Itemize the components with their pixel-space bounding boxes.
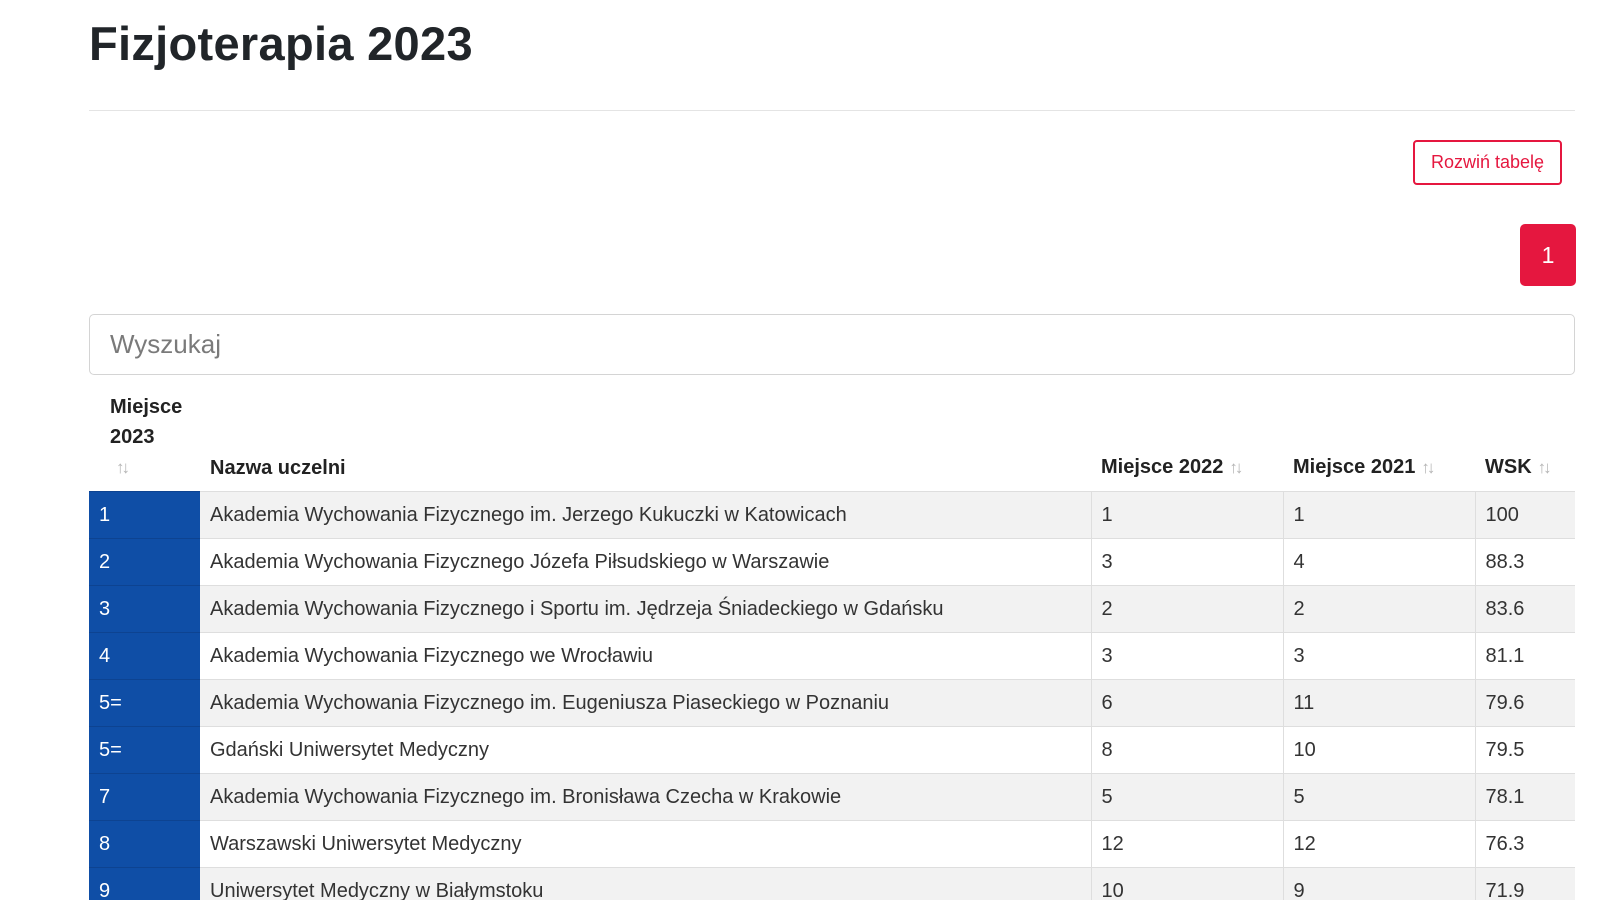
rank-2022-cell: 3 xyxy=(1091,632,1284,680)
table-row: 5= Akademia Wychowania Fizycznego im. Eu… xyxy=(89,679,1575,727)
rank-2022-cell: 6 xyxy=(1091,679,1284,727)
column-header-label: Miejsce 2022 xyxy=(1101,456,1224,478)
wsk-cell: 88.3 xyxy=(1475,538,1575,586)
column-header-wsk[interactable]: WSK ↑↓ xyxy=(1475,392,1575,492)
sort-arrows-icon[interactable]: ↑↓ xyxy=(1421,453,1435,483)
university-name-cell: Akademia Wychowania Fizycznego im. Eugen… xyxy=(200,679,1092,727)
rank-2022-cell: 1 xyxy=(1091,491,1284,539)
wsk-cell: 81.1 xyxy=(1475,632,1575,680)
ranking-table: Miejsce 2023 ↑↓ Nazwa uczelni Miejsce 202… xyxy=(89,392,1575,900)
column-header-label: WSK xyxy=(1485,456,1532,478)
rank-2021-cell: 9 xyxy=(1283,867,1476,900)
rank-2021-cell: 12 xyxy=(1283,820,1476,868)
rank-2021-cell: 1 xyxy=(1283,491,1476,539)
column-header-rank-2022[interactable]: Miejsce 2022 ↑↓ xyxy=(1091,392,1283,492)
title-divider xyxy=(89,110,1575,111)
column-header-rank-2023[interactable]: Miejsce 2023 ↑↓ xyxy=(89,392,200,492)
rank-2022-cell: 3 xyxy=(1091,538,1284,586)
sort-arrows-icon[interactable]: ↑↓ xyxy=(1229,453,1243,483)
university-name-cell: Akademia Wychowania Fizycznego i Sportu … xyxy=(200,585,1092,633)
rank-2022-cell: 2 xyxy=(1091,585,1284,633)
column-header-label: Nazwa uczelni xyxy=(210,457,346,479)
university-name-cell: Gdański Uniwersytet Medyczny xyxy=(200,726,1092,774)
wsk-cell: 79.5 xyxy=(1475,726,1575,774)
rank-cell: 8 xyxy=(89,820,200,868)
rank-2022-cell: 10 xyxy=(1091,867,1284,900)
rank-2022-cell: 8 xyxy=(1091,726,1284,774)
wsk-cell: 76.3 xyxy=(1475,820,1575,868)
table-row: 2 Akademia Wychowania Fizycznego Józefa … xyxy=(89,538,1575,586)
table-row: 4 Akademia Wychowania Fizycznego we Wroc… xyxy=(89,632,1575,680)
page: Fizjoterapia 2023 Rozwiń tabelę 1 Miejsc… xyxy=(0,0,1600,900)
table-row: 5= Gdański Uniwersytet Medyczny 8 10 79.… xyxy=(89,726,1575,774)
rank-cell: 4 xyxy=(89,632,200,680)
column-header-label: Miejsce 2023 xyxy=(110,396,183,448)
rank-2021-cell: 11 xyxy=(1283,679,1476,727)
table-row: 3 Akademia Wychowania Fizycznego i Sport… xyxy=(89,585,1575,633)
rank-cell: 2 xyxy=(89,538,200,586)
expand-table-button[interactable]: Rozwiń tabelę xyxy=(1413,140,1562,185)
wsk-cell: 71.9 xyxy=(1475,867,1575,900)
university-name-cell: Uniwersytet Medyczny w Białymstoku xyxy=(200,867,1092,900)
rank-cell: 3 xyxy=(89,585,200,633)
rank-2022-cell: 5 xyxy=(1091,773,1284,821)
university-name-cell: Akademia Wychowania Fizycznego Józefa Pi… xyxy=(200,538,1092,586)
university-name-cell: Akademia Wychowania Fizycznego im. Broni… xyxy=(200,773,1092,821)
sort-arrows-icon[interactable]: ↑↓ xyxy=(116,453,130,483)
wsk-cell: 78.1 xyxy=(1475,773,1575,821)
ranking-table-wrapper: Miejsce 2023 ↑↓ Nazwa uczelni Miejsce 202… xyxy=(89,392,1575,900)
university-name-cell: Akademia Wychowania Fizycznego im. Jerze… xyxy=(200,491,1092,539)
university-name-cell: Warszawski Uniwersytet Medyczny xyxy=(200,820,1092,868)
sort-arrows-icon[interactable]: ↑↓ xyxy=(1538,453,1552,483)
wsk-cell: 83.6 xyxy=(1475,585,1575,633)
rank-cell: 1 xyxy=(89,491,200,539)
table-body: 1 Akademia Wychowania Fizycznego im. Jer… xyxy=(89,491,1575,900)
rank-cell: 5= xyxy=(89,726,200,774)
rank-2021-cell: 4 xyxy=(1283,538,1476,586)
wsk-cell: 100 xyxy=(1475,491,1575,539)
column-header-name: Nazwa uczelni xyxy=(200,392,1091,492)
rank-2021-cell: 5 xyxy=(1283,773,1476,821)
table-row: 7 Akademia Wychowania Fizycznego im. Bro… xyxy=(89,773,1575,821)
rank-cell: 5= xyxy=(89,679,200,727)
page-title: Fizjoterapia 2023 xyxy=(89,17,473,70)
wsk-cell: 79.6 xyxy=(1475,679,1575,727)
table-row: 8 Warszawski Uniwersytet Medyczny 12 12 … xyxy=(89,820,1575,868)
rank-2021-cell: 3 xyxy=(1283,632,1476,680)
column-header-label: Miejsce 2021 xyxy=(1293,456,1416,478)
rank-2021-cell: 10 xyxy=(1283,726,1476,774)
pagination-page-1[interactable]: 1 xyxy=(1520,224,1576,286)
rank-cell: 9 xyxy=(89,867,200,900)
column-header-rank-2021[interactable]: Miejsce 2021 ↑↓ xyxy=(1283,392,1475,492)
university-name-cell: Akademia Wychowania Fizycznego we Wrocła… xyxy=(200,632,1092,680)
table-header-row: Miejsce 2023 ↑↓ Nazwa uczelni Miejsce 202… xyxy=(89,392,1575,492)
rank-cell: 7 xyxy=(89,773,200,821)
table-row: 1 Akademia Wychowania Fizycznego im. Jer… xyxy=(89,491,1575,539)
search-input[interactable] xyxy=(89,314,1575,375)
rank-2021-cell: 2 xyxy=(1283,585,1476,633)
table-row: 9 Uniwersytet Medyczny w Białymstoku 10 … xyxy=(89,867,1575,900)
rank-2022-cell: 12 xyxy=(1091,820,1284,868)
